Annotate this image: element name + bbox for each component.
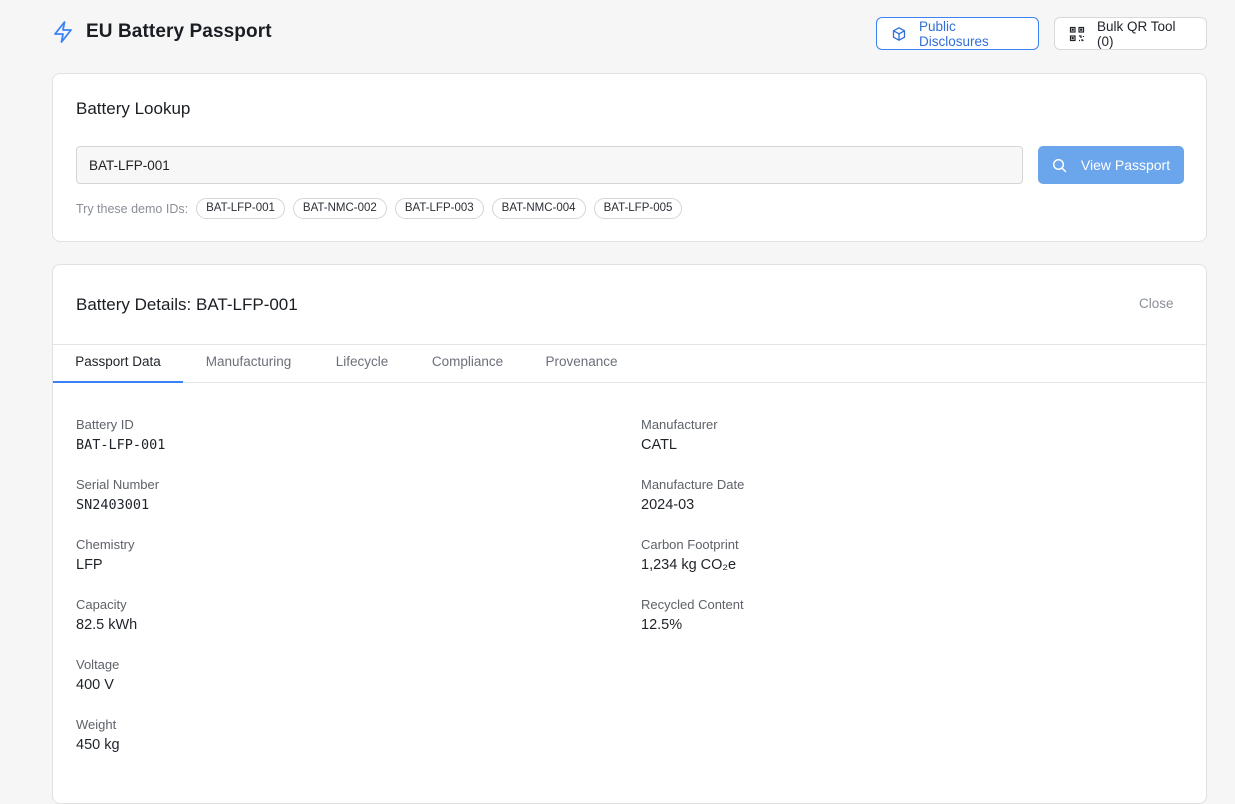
demo-id-chip[interactable]: BAT-NMC-004 [491, 198, 586, 219]
field-battery-id: Battery ID BAT-LFP-001 [76, 417, 165, 453]
battery-id-input[interactable] [76, 146, 1023, 184]
field-value: SN2403001 [76, 497, 150, 513]
lightning-bolt-icon [52, 20, 74, 44]
field-carbon-footprint: Carbon Footprint 1,234 kg CO₂e [641, 537, 739, 573]
field-manufacture-date: Manufacture Date 2024-03 [641, 477, 744, 513]
field-manufacturer: Manufacturer CATL [641, 417, 718, 453]
field-serial-number: Serial Number SN2403001 [76, 477, 159, 513]
demo-id-chip[interactable]: BAT-LFP-003 [394, 198, 484, 219]
details-title: Battery Details: BAT-LFP-001 [76, 295, 298, 314]
field-value: 400 V [76, 677, 114, 693]
demo-ids-label: Try these demo IDs: [76, 201, 189, 216]
field-label: Weight [76, 717, 117, 732]
field-label: Voltage [76, 657, 120, 672]
field-recycled-content: Recycled Content 12.5% [641, 597, 744, 633]
field-label: Capacity [76, 597, 127, 612]
battery-details-card: Battery Details: BAT-LFP-001 Close Passp… [52, 264, 1207, 804]
cube-icon [891, 26, 907, 42]
tab-passport-data[interactable]: Passport Data [53, 345, 183, 383]
field-value: 82.5 kWh [76, 617, 138, 633]
bulk-qr-tool-label: Bulk QR Tool (0) [1097, 18, 1176, 49]
field-value: 450 kg [76, 737, 120, 753]
tab-lifecycle[interactable]: Lifecycle [314, 345, 410, 383]
lookup-title: Battery Lookup [76, 99, 191, 118]
field-label: Serial Number [76, 477, 160, 492]
bulk-qr-tool-button[interactable]: Bulk QR Tool (0) [1054, 17, 1207, 50]
field-label: Carbon Footprint [641, 537, 739, 552]
field-label: Manufacturer [641, 417, 718, 432]
field-value: BAT-LFP-001 [76, 437, 166, 453]
field-label: Recycled Content [641, 597, 744, 612]
field-value: LFP [76, 557, 103, 573]
field-label: Battery ID [76, 417, 134, 432]
field-label: Chemistry [76, 537, 135, 552]
brand: EU Battery Passport [52, 20, 272, 44]
field-value: 2024-03 [641, 497, 695, 513]
demo-id-chip[interactable]: BAT-LFP-001 [196, 198, 285, 219]
tab-manufacturing[interactable]: Manufacturing [183, 345, 314, 383]
details-tabs: Passport Data Manufacturing Lifecycle Co… [53, 344, 1206, 383]
field-weight: Weight 450 kg [76, 717, 120, 753]
demo-id-chip[interactable]: BAT-LFP-005 [593, 198, 683, 219]
tab-provenance[interactable]: Provenance [525, 345, 638, 383]
field-value: CATL [641, 437, 677, 453]
search-icon [1052, 158, 1067, 173]
demo-id-chip[interactable]: BAT-NMC-002 [292, 198, 387, 219]
field-chemistry: Chemistry LFP [76, 537, 135, 573]
qr-code-icon [1069, 26, 1085, 42]
battery-lookup-card: Battery Lookup View Passport Try these d… [52, 73, 1207, 242]
app-header: EU Battery Passport Public Disclosures B… [0, 0, 1235, 66]
field-label: Manufacture Date [641, 477, 745, 492]
view-passport-button[interactable]: View Passport [1038, 146, 1184, 184]
field-capacity: Capacity 82.5 kWh [76, 597, 137, 633]
close-button[interactable]: Close [1139, 296, 1174, 311]
public-disclosures-button[interactable]: Public Disclosures [876, 17, 1039, 50]
field-voltage: Voltage 400 V [76, 657, 119, 693]
tab-compliance[interactable]: Compliance [410, 345, 525, 383]
demo-ids-row: Try these demo IDs: BAT-LFP-001 BAT-NMC-… [76, 198, 690, 219]
app-title: EU Battery Passport [86, 21, 272, 42]
field-value: 12.5% [641, 617, 683, 633]
field-value: 1,234 kg CO₂e [641, 557, 737, 573]
public-disclosures-label: Public Disclosures [919, 18, 989, 49]
view-passport-label: View Passport [1080, 157, 1171, 173]
